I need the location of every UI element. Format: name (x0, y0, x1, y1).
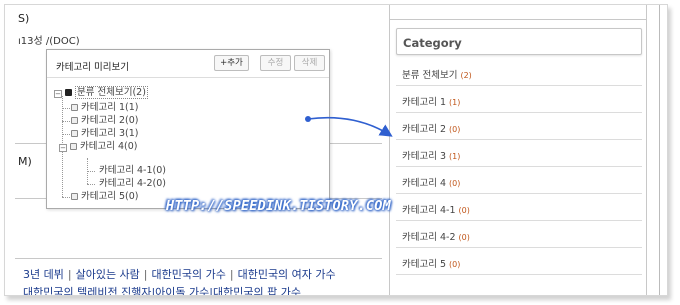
tag-list: 3년 데뷔 | 살아있는 사람 | 대한민국의 가수 | 대한민국의 여자 가수 (23, 266, 336, 282)
tree-line (62, 197, 70, 198)
category-label[interactable]: 카테고리 5 (402, 259, 446, 270)
add-button[interactable]: +추가 (214, 55, 249, 71)
separator: | (229, 268, 234, 281)
tag-link[interactable]: 대한민국의 가수 (152, 268, 226, 281)
screenshot-frame: S) ı13성 /(DOC) M) Category 분류 전체보기 (2) 카테… (4, 4, 668, 296)
category-label[interactable]: 카테고리 2 (402, 124, 446, 135)
folder-icon (71, 193, 78, 200)
folder-icon (70, 143, 77, 150)
scrollbar-track[interactable] (659, 5, 660, 295)
tree-node-label[interactable]: 분류 전체보기(2) (75, 86, 148, 99)
tree-node-label[interactable]: 카테고리 4-2(0) (99, 178, 166, 189)
tree-node-label[interactable]: 카테고리 1(1) (81, 102, 138, 113)
category-item-2[interactable]: 카테고리 2 (0) (396, 113, 642, 140)
watermark-text: HTTP://SPEEDINK.TISTORY.COM (166, 198, 391, 214)
category-preview-popup: 카테고리 미리보기 +추가 수정 삭제 − 분류 전체보기(2) 카테고리 1(1… (46, 49, 330, 209)
tree-node-label[interactable]: 카테고리 5(0) (81, 191, 138, 202)
tree-node-2[interactable]: 카테고리 2(0) (71, 115, 138, 127)
category-count: (0) (449, 179, 461, 188)
category-count: (1) (449, 98, 461, 107)
tree-line (62, 108, 70, 109)
tag-link[interactable]: 대한민국의 여자 가수 (238, 268, 336, 281)
sidebar-border (389, 5, 390, 295)
tree-node-1[interactable]: 카테고리 1(1) (71, 102, 138, 114)
tree-node-all[interactable]: − 분류 전체보기(2) (54, 86, 148, 99)
category-label[interactable]: 카테고리 3 (402, 151, 446, 162)
tree-line (87, 184, 95, 185)
collapse-toggle[interactable]: − (59, 144, 67, 152)
tree-node-label[interactable]: 카테고리 4(0) (80, 141, 137, 152)
category-item-5[interactable]: 카테고리 5 (0) (396, 248, 642, 275)
tree-node-3[interactable]: 카테고리 3(1) (71, 128, 138, 140)
category-title: Category (396, 28, 642, 55)
category-label[interactable]: 카테고리 4-1 (402, 205, 456, 216)
tag-link[interactable]: 살아있는 사람 (76, 268, 140, 281)
category-count: (0) (458, 206, 470, 215)
tag-list: 대한민국의 텔레비전 진행자|아이돌 가수|대한민국의 팝 가수 (23, 284, 301, 295)
tree-node-4-2[interactable]: 카테고리 4-2(0) (99, 178, 166, 190)
folder-icon (71, 104, 78, 111)
category-count: (0) (458, 233, 470, 242)
divider (15, 258, 382, 259)
collapse-toggle[interactable]: − (54, 90, 62, 98)
category-item-1[interactable]: 카테고리 1 (1) (396, 86, 642, 113)
tree-line (62, 121, 70, 122)
divider (389, 19, 647, 20)
divider (47, 77, 329, 78)
tag-link[interactable]: 3년 데뷔 (23, 268, 64, 281)
category-count: (1) (449, 152, 461, 161)
tag-link[interactable]: 대한민국의 팝 가수 (213, 286, 301, 295)
category-label[interactable]: 분류 전체보기 (402, 70, 457, 81)
sidebar-border (646, 5, 647, 295)
tree-node-4-1[interactable]: 카테고리 4-1(0) (99, 165, 166, 177)
category-item-all[interactable]: 분류 전체보기 (2) (396, 59, 642, 86)
popup-title: 카테고리 미리보기 (56, 62, 129, 73)
category-item-4-1[interactable]: 카테고리 4-1 (0) (396, 194, 642, 221)
delete-button[interactable]: 삭제 (294, 55, 325, 71)
tree-node-4[interactable]: − 카테고리 4(0) (59, 141, 137, 153)
category-count: (0) (449, 125, 461, 134)
category-count: (2) (460, 71, 472, 80)
folder-icon (71, 117, 78, 124)
tree-line (62, 134, 70, 135)
tag-link[interactable]: 대한민국의 텔레비전 진행자 (23, 286, 151, 295)
category-item-4-2[interactable]: 카테고리 4-2 (0) (396, 221, 642, 248)
folder-icon (71, 130, 78, 137)
edit-button[interactable]: 수정 (260, 55, 291, 71)
category-list: 분류 전체보기 (2) 카테고리 1 (1) 카테고리 2 (0) 카테고리 3 (1)… (396, 59, 642, 275)
tree-node-label[interactable]: 카테고리 4-1(0) (99, 165, 166, 176)
folder-icon (65, 89, 72, 96)
category-label[interactable]: 카테고리 4 (402, 178, 446, 189)
tree-node-label[interactable]: 카테고리 2(0) (81, 115, 138, 126)
background-text: ı13성 /(DOC) (18, 36, 80, 47)
background-text: M) (18, 155, 32, 168)
separator: | (67, 268, 72, 281)
separator: | (143, 268, 148, 281)
tree-node-label[interactable]: 카테고리 3(1) (81, 128, 138, 139)
category-label[interactable]: 카테고리 1 (402, 97, 446, 108)
tag-link[interactable]: 아이돌 가수 (155, 286, 209, 295)
arrow-icon (305, 116, 393, 137)
background-text: S) (18, 12, 30, 25)
tree-line (87, 171, 95, 172)
category-item-3[interactable]: 카테고리 3 (1) (396, 140, 642, 167)
category-count: (0) (449, 260, 461, 269)
category-item-4[interactable]: 카테고리 4 (0) (396, 167, 642, 194)
category-label[interactable]: 카테고리 4-2 (402, 232, 456, 243)
category-panel: Category 분류 전체보기 (2) 카테고리 1 (1) 카테고리 2 (0) … (396, 23, 644, 293)
tree-node-5[interactable]: 카테고리 5(0) (71, 191, 138, 203)
